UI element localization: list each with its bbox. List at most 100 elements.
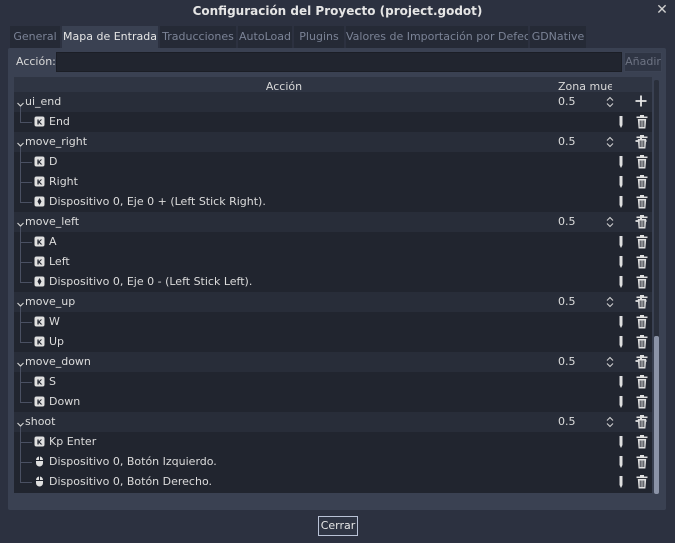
deadzone-value[interactable]: 0.5 [558,355,576,368]
edit-event-icon[interactable] [616,455,626,469]
action-row[interactable]: ui_end 0.5 [14,92,652,112]
edit-event-icon[interactable] [616,475,626,489]
chevron-down-icon[interactable] [17,138,24,147]
event-row[interactable]: Dispositivo 0, Botón Derecho. [14,472,652,492]
event-row[interactable]: K Up [14,332,652,352]
action-row[interactable]: move_up 0.5 [14,292,652,312]
event-row[interactable]: K Kp Enter [14,432,652,452]
delete-action-icon[interactable] [636,135,648,149]
svg-text:K: K [37,158,43,166]
tab-input-map[interactable]: Mapa de Entrada [62,26,158,48]
action-row[interactable]: move_right 0.5 [14,132,652,152]
delete-action-icon[interactable] [636,355,648,369]
delete-event-icon[interactable] [636,375,648,389]
action-name: shoot [25,415,56,428]
event-name: Down [49,395,81,408]
tab-plugins[interactable]: Plugins [294,26,344,48]
edit-event-icon[interactable] [616,375,626,389]
edit-event-icon[interactable] [616,275,626,289]
delete-event-icon[interactable] [636,115,648,129]
edit-event-icon[interactable] [616,395,626,409]
keyboard-icon: K [34,116,45,127]
delete-event-icon[interactable] [636,155,648,169]
event-name: Right [49,175,78,188]
delete-event-icon[interactable] [636,195,648,209]
spinner-arrows-icon[interactable] [606,136,614,148]
delete-action-icon[interactable] [636,295,648,309]
edit-event-icon[interactable] [616,155,626,169]
tab-general[interactable]: General [10,26,60,48]
tab-gdnative[interactable]: GDNative [530,26,586,48]
delete-event-icon[interactable] [636,395,648,409]
spinner-arrows-icon[interactable] [606,356,614,368]
edit-event-icon[interactable] [616,175,626,189]
event-row[interactable]: KD [14,152,652,172]
deadzone-value[interactable]: 0.5 [558,415,576,428]
action-name: move_right [25,135,88,148]
keyboard-icon: K [34,316,45,327]
spinner-arrows-icon[interactable] [606,96,614,108]
delete-event-icon[interactable] [636,335,648,349]
keyboard-icon: K [34,336,45,347]
action-name: move_up [25,295,76,308]
spinner-arrows-icon[interactable] [606,216,614,228]
event-row[interactable]: Dispositivo 0, Eje 0 + (Left Stick Right… [14,192,652,212]
event-row[interactable]: Dispositivo 0, Eje 0 - (Left Stick Left)… [14,272,652,292]
event-row[interactable]: KS [14,372,652,392]
event-row[interactable]: K End [14,112,652,132]
tab-autoload[interactable]: AutoLoad [238,26,292,48]
edit-event-icon[interactable] [616,335,626,349]
edit-event-icon[interactable] [616,235,626,249]
deadzone-value[interactable]: 0.5 [558,95,576,108]
action-row[interactable]: shoot 0.5 [14,412,652,432]
deadzone-value[interactable]: 0.5 [558,215,576,228]
edit-event-icon[interactable] [616,115,626,129]
edit-event-icon[interactable] [616,315,626,329]
delete-event-icon[interactable] [636,255,648,269]
deadzone-value[interactable]: 0.5 [558,295,576,308]
svg-text:K: K [37,378,43,386]
close-button[interactable]: Cerrar [318,516,358,536]
action-row[interactable]: move_down 0.5 [14,352,652,372]
chevron-down-icon[interactable] [17,418,24,427]
spinner-arrows-icon[interactable] [606,416,614,428]
event-row[interactable]: KA [14,232,652,252]
event-row[interactable]: K Down [14,392,652,412]
delete-action-icon[interactable] [636,215,648,229]
delete-event-icon[interactable] [636,315,648,329]
chevron-down-icon[interactable] [17,298,24,307]
tab-translations[interactable]: Traducciones [160,26,236,48]
event-row[interactable]: K Right [14,172,652,192]
scrollbar-thumb[interactable] [654,336,659,494]
event-row[interactable]: KW [14,312,652,332]
delete-event-icon[interactable] [636,235,648,249]
event-row[interactable]: K Left [14,252,652,272]
chevron-down-icon[interactable] [17,358,24,367]
add-button[interactable]: Añadir [624,52,662,72]
joypad-axis-icon [34,276,45,287]
delete-event-icon[interactable] [636,175,648,189]
event-name: W [49,315,60,328]
delete-event-icon[interactable] [636,275,648,289]
event-row[interactable]: Dispositivo 0, Botón Izquierdo. [14,452,652,472]
edit-event-icon[interactable] [616,255,626,269]
delete-action-icon[interactable] [636,415,648,429]
delete-event-icon[interactable] [636,455,648,469]
chevron-down-icon[interactable] [17,98,24,107]
tab-import-defaults[interactable]: Valores de Importación por Defecto [346,26,528,48]
edit-event-icon[interactable] [616,435,626,449]
event-name: Kp Enter [49,435,97,448]
action-row[interactable]: move_left 0.5 [14,212,652,232]
chevron-down-icon[interactable] [17,218,24,227]
deadzone-value[interactable]: 0.5 [558,135,576,148]
svg-text:K: K [37,318,43,326]
title-bar: Configuración del Proyecto (project.godo… [0,0,675,22]
edit-event-icon[interactable] [616,195,626,209]
delete-event-icon[interactable] [636,475,648,489]
spinner-arrows-icon[interactable] [606,296,614,308]
action-name-input[interactable] [56,52,622,72]
close-icon[interactable]: ✕ [654,2,670,18]
delete-event-icon[interactable] [636,435,648,449]
add-event-icon[interactable] [634,94,648,108]
mouse-icon [34,476,45,487]
